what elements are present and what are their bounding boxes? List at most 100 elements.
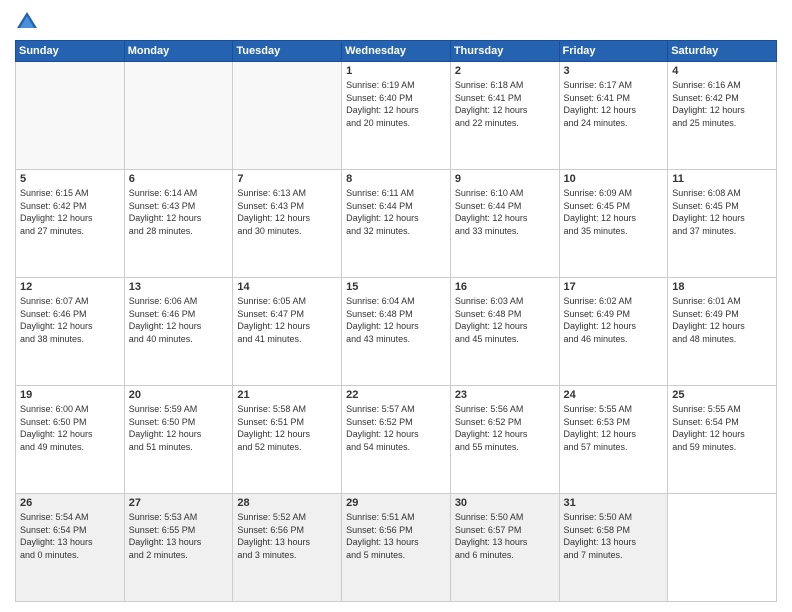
calendar-table: SundayMondayTuesdayWednesdayThursdayFrid… bbox=[15, 40, 777, 602]
weekday-header-sunday: Sunday bbox=[16, 41, 125, 62]
day-info: Sunrise: 5:55 AM Sunset: 6:53 PM Dayligh… bbox=[564, 403, 664, 453]
day-number: 29 bbox=[346, 497, 446, 509]
logo bbox=[15, 10, 43, 34]
calendar-cell: 8 Sunrise: 6:11 AM Sunset: 6:44 PM Daylig… bbox=[342, 170, 451, 278]
week-row-2: 5 Sunrise: 6:15 AM Sunset: 6:42 PM Daylig… bbox=[16, 170, 777, 278]
day-number: 28 bbox=[237, 497, 337, 509]
calendar-cell: 1 Sunrise: 6:19 AM Sunset: 6:40 PM Daylig… bbox=[342, 62, 451, 170]
day-info: Sunrise: 6:11 AM Sunset: 6:44 PM Dayligh… bbox=[346, 187, 446, 237]
calendar-cell bbox=[16, 62, 125, 170]
day-info: Sunrise: 6:17 AM Sunset: 6:41 PM Dayligh… bbox=[564, 79, 664, 129]
calendar-cell: 17 Sunrise: 6:02 AM Sunset: 6:49 PM Dayli… bbox=[559, 278, 668, 386]
calendar-cell: 12Sunrise: 6:07 AM Sunset: 6:46 PM Dayli… bbox=[16, 278, 125, 386]
day-info: Sunrise: 6:13 AM Sunset: 6:43 PM Dayligh… bbox=[237, 187, 337, 237]
weekday-header-thursday: Thursday bbox=[450, 41, 559, 62]
calendar-cell: 15 Sunrise: 6:04 AM Sunset: 6:48 PM Dayli… bbox=[342, 278, 451, 386]
day-number: 22 bbox=[346, 389, 446, 401]
calendar-cell: 28Sunrise: 5:52 AM Sunset: 6:56 PM Dayli… bbox=[233, 494, 342, 602]
day-number: 15 bbox=[346, 281, 446, 293]
weekday-header-wednesday: Wednesday bbox=[342, 41, 451, 62]
day-info: Sunrise: 5:53 AM Sunset: 6:55 PM Dayligh… bbox=[129, 511, 229, 561]
day-info: Sunrise: 6:18 AM Sunset: 6:41 PM Dayligh… bbox=[455, 79, 555, 129]
calendar-cell: 24 Sunrise: 5:55 AM Sunset: 6:53 PM Dayli… bbox=[559, 386, 668, 494]
calendar-cell: 16Sunrise: 6:03 AM Sunset: 6:48 PM Dayli… bbox=[450, 278, 559, 386]
calendar-cell: 26Sunrise: 5:54 AM Sunset: 6:54 PM Dayli… bbox=[16, 494, 125, 602]
calendar-cell: 31 Sunrise: 5:50 AM Sunset: 6:58 PM Dayli… bbox=[559, 494, 668, 602]
weekday-header-monday: Monday bbox=[124, 41, 233, 62]
calendar-cell bbox=[668, 494, 777, 602]
day-number: 20 bbox=[129, 389, 229, 401]
day-number: 30 bbox=[455, 497, 555, 509]
day-info: Sunrise: 5:50 AM Sunset: 6:58 PM Dayligh… bbox=[564, 511, 664, 561]
day-number: 27 bbox=[129, 497, 229, 509]
calendar-cell: 14 Sunrise: 6:05 AM Sunset: 6:47 PM Dayli… bbox=[233, 278, 342, 386]
day-number: 3 bbox=[564, 65, 664, 77]
calendar-cell: 13 Sunrise: 6:06 AM Sunset: 6:46 PM Dayli… bbox=[124, 278, 233, 386]
day-number: 25 bbox=[672, 389, 772, 401]
weekday-header-tuesday: Tuesday bbox=[233, 41, 342, 62]
day-info: Sunrise: 6:15 AM Sunset: 6:42 PM Dayligh… bbox=[20, 187, 120, 237]
day-info: Sunrise: 6:19 AM Sunset: 6:40 PM Dayligh… bbox=[346, 79, 446, 129]
day-number: 31 bbox=[564, 497, 664, 509]
week-row-1: 1 Sunrise: 6:19 AM Sunset: 6:40 PM Daylig… bbox=[16, 62, 777, 170]
day-number: 13 bbox=[129, 281, 229, 293]
weekday-header-row: SundayMondayTuesdayWednesdayThursdayFrid… bbox=[16, 41, 777, 62]
day-info: Sunrise: 5:58 AM Sunset: 6:51 PM Dayligh… bbox=[237, 403, 337, 453]
calendar-cell: 25 Sunrise: 5:55 AM Sunset: 6:54 PM Dayli… bbox=[668, 386, 777, 494]
day-info: Sunrise: 6:05 AM Sunset: 6:47 PM Dayligh… bbox=[237, 295, 337, 345]
day-info: Sunrise: 5:50 AM Sunset: 6:57 PM Dayligh… bbox=[455, 511, 555, 561]
calendar-cell: 7 Sunrise: 6:13 AM Sunset: 6:43 PM Daylig… bbox=[233, 170, 342, 278]
day-info: Sunrise: 5:51 AM Sunset: 6:56 PM Dayligh… bbox=[346, 511, 446, 561]
day-info: Sunrise: 5:55 AM Sunset: 6:54 PM Dayligh… bbox=[672, 403, 772, 453]
calendar-cell: 4Sunrise: 6:16 AM Sunset: 6:42 PM Daylig… bbox=[668, 62, 777, 170]
calendar-cell: 10Sunrise: 6:09 AM Sunset: 6:45 PM Dayli… bbox=[559, 170, 668, 278]
day-info: Sunrise: 6:14 AM Sunset: 6:43 PM Dayligh… bbox=[129, 187, 229, 237]
day-number: 9 bbox=[455, 173, 555, 185]
day-info: Sunrise: 6:08 AM Sunset: 6:45 PM Dayligh… bbox=[672, 187, 772, 237]
day-number: 8 bbox=[346, 173, 446, 185]
weekday-header-saturday: Saturday bbox=[668, 41, 777, 62]
day-number: 23 bbox=[455, 389, 555, 401]
day-number: 6 bbox=[129, 173, 229, 185]
calendar-cell: 5 Sunrise: 6:15 AM Sunset: 6:42 PM Daylig… bbox=[16, 170, 125, 278]
week-row-5: 26Sunrise: 5:54 AM Sunset: 6:54 PM Dayli… bbox=[16, 494, 777, 602]
day-info: Sunrise: 6:06 AM Sunset: 6:46 PM Dayligh… bbox=[129, 295, 229, 345]
calendar-cell: 27 Sunrise: 5:53 AM Sunset: 6:55 PM Dayli… bbox=[124, 494, 233, 602]
page: SundayMondayTuesdayWednesdayThursdayFrid… bbox=[0, 0, 792, 612]
day-info: Sunrise: 6:09 AM Sunset: 6:45 PM Dayligh… bbox=[564, 187, 664, 237]
calendar-cell bbox=[233, 62, 342, 170]
calendar-cell: 23Sunrise: 5:56 AM Sunset: 6:52 PM Dayli… bbox=[450, 386, 559, 494]
day-info: Sunrise: 6:02 AM Sunset: 6:49 PM Dayligh… bbox=[564, 295, 664, 345]
day-number: 24 bbox=[564, 389, 664, 401]
day-info: Sunrise: 6:01 AM Sunset: 6:49 PM Dayligh… bbox=[672, 295, 772, 345]
calendar-cell bbox=[124, 62, 233, 170]
calendar-cell: 9 Sunrise: 6:10 AM Sunset: 6:44 PM Daylig… bbox=[450, 170, 559, 278]
calendar-cell: 20 Sunrise: 5:59 AM Sunset: 6:50 PM Dayli… bbox=[124, 386, 233, 494]
day-number: 1 bbox=[346, 65, 446, 77]
week-row-3: 12Sunrise: 6:07 AM Sunset: 6:46 PM Dayli… bbox=[16, 278, 777, 386]
calendar-cell: 29 Sunrise: 5:51 AM Sunset: 6:56 PM Dayli… bbox=[342, 494, 451, 602]
day-number: 19 bbox=[20, 389, 120, 401]
calendar-cell: 22 Sunrise: 5:57 AM Sunset: 6:52 PM Dayli… bbox=[342, 386, 451, 494]
day-number: 26 bbox=[20, 497, 120, 509]
day-number: 7 bbox=[237, 173, 337, 185]
calendar-cell: 30 Sunrise: 5:50 AM Sunset: 6:57 PM Dayli… bbox=[450, 494, 559, 602]
weekday-header-friday: Friday bbox=[559, 41, 668, 62]
day-info: Sunrise: 6:00 AM Sunset: 6:50 PM Dayligh… bbox=[20, 403, 120, 453]
calendar-cell: 6 Sunrise: 6:14 AM Sunset: 6:43 PM Daylig… bbox=[124, 170, 233, 278]
day-number: 16 bbox=[455, 281, 555, 293]
week-row-4: 19 Sunrise: 6:00 AM Sunset: 6:50 PM Dayli… bbox=[16, 386, 777, 494]
day-number: 5 bbox=[20, 173, 120, 185]
calendar-cell: 19 Sunrise: 6:00 AM Sunset: 6:50 PM Dayli… bbox=[16, 386, 125, 494]
calendar-cell: 3 Sunrise: 6:17 AM Sunset: 6:41 PM Daylig… bbox=[559, 62, 668, 170]
day-info: Sunrise: 6:07 AM Sunset: 6:46 PM Dayligh… bbox=[20, 295, 120, 345]
day-info: Sunrise: 6:10 AM Sunset: 6:44 PM Dayligh… bbox=[455, 187, 555, 237]
calendar-cell: 21Sunrise: 5:58 AM Sunset: 6:51 PM Dayli… bbox=[233, 386, 342, 494]
day-info: Sunrise: 6:04 AM Sunset: 6:48 PM Dayligh… bbox=[346, 295, 446, 345]
day-number: 14 bbox=[237, 281, 337, 293]
day-number: 17 bbox=[564, 281, 664, 293]
logo-icon bbox=[15, 10, 39, 34]
day-number: 18 bbox=[672, 281, 772, 293]
day-info: Sunrise: 5:57 AM Sunset: 6:52 PM Dayligh… bbox=[346, 403, 446, 453]
day-info: Sunrise: 5:59 AM Sunset: 6:50 PM Dayligh… bbox=[129, 403, 229, 453]
